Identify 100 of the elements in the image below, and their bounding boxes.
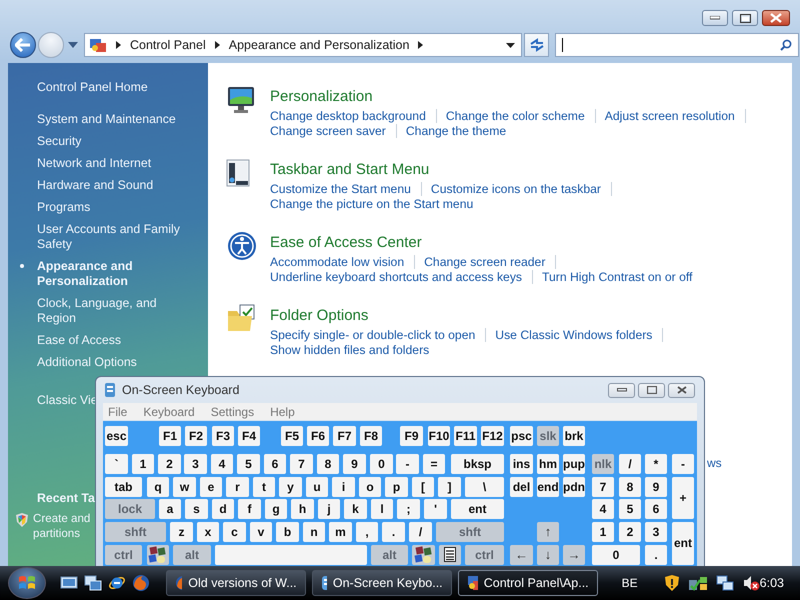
windows-key[interactable] — [147, 544, 169, 565]
onscreen-key[interactable]: 0 — [592, 544, 640, 565]
onscreen-key[interactable]: ' — [424, 499, 447, 520]
sidebar-link[interactable]: User Accounts and Family Safety — [20, 218, 188, 255]
accessibility-icon[interactable] — [226, 230, 258, 262]
onscreen-key[interactable]: ent — [672, 522, 694, 565]
fox-globe-icon[interactable] — [132, 574, 150, 592]
onscreen-key[interactable]: 8 — [619, 476, 641, 497]
onscreen-key[interactable]: bksp — [451, 454, 504, 474]
windows-key[interactable] — [412, 544, 435, 565]
onscreen-key[interactable]: q — [147, 476, 169, 497]
onscreen-key[interactable]: c — [223, 522, 246, 542]
search-icon[interactable] — [780, 39, 792, 51]
onscreen-key[interactable]: j — [318, 499, 340, 520]
onscreen-key[interactable]: r — [226, 476, 249, 497]
onscreen-key[interactable]: F3 — [212, 426, 234, 446]
close-button[interactable] — [668, 382, 695, 398]
clock[interactable]: 6:03 — [760, 576, 784, 590]
onscreen-key[interactable]: \ — [465, 476, 504, 497]
network-status-icon[interactable] — [688, 574, 708, 592]
maximize-button[interactable] — [638, 382, 665, 398]
onscreen-key[interactable]: + — [672, 476, 694, 520]
onscreen-key[interactable]: 9 — [343, 454, 366, 474]
onscreen-key[interactable]: . — [382, 522, 405, 542]
sidebar-link[interactable]: Appearance and Personalization — [20, 255, 188, 292]
onscreen-key[interactable]: F10 — [428, 426, 450, 446]
sidebar-link[interactable]: Hardware and Sound — [20, 174, 188, 196]
onscreen-key[interactable]: a — [159, 499, 181, 520]
task-link[interactable]: Change screen reader — [424, 254, 556, 268]
onscreen-key[interactable]: del — [510, 476, 533, 497]
back-button[interactable] — [10, 32, 36, 58]
sidebar-link[interactable]: Network and Internet — [20, 152, 188, 174]
taskbar-button[interactable]: Old versions of W... — [166, 570, 306, 596]
onscreen-key[interactable]: ent — [451, 499, 504, 520]
onscreen-key[interactable]: ] — [438, 476, 461, 497]
refresh-button[interactable] — [524, 33, 549, 57]
onscreen-key[interactable]: - — [396, 454, 419, 474]
onscreen-key[interactable]: end — [537, 476, 559, 497]
task-link[interactable]: ws — [707, 456, 722, 470]
language-indicator[interactable]: BE — [622, 576, 638, 590]
onscreen-key[interactable]: F11 — [454, 426, 477, 446]
menu-item[interactable]: Help — [270, 404, 295, 418]
onscreen-key[interactable]: 5 — [237, 454, 260, 474]
category-title[interactable]: Personalization — [270, 82, 755, 107]
onscreen-key[interactable]: 8 — [317, 454, 339, 474]
onscreen-key[interactable]: / — [409, 522, 432, 542]
task-link[interactable]: Accommodate low vision — [270, 254, 416, 268]
onscreen-key[interactable]: t — [253, 476, 275, 497]
arrow-key[interactable]: ↑ — [537, 522, 559, 542]
task-link[interactable]: Change desktop background — [270, 108, 437, 122]
modifier-key[interactable]: nlk — [592, 454, 614, 474]
onscreen-key[interactable]: 3 — [645, 522, 667, 542]
onscreen-key[interactable]: hm — [537, 454, 559, 474]
space-bar[interactable] — [215, 544, 367, 565]
task-link[interactable]: Change the theme — [406, 124, 516, 138]
onscreen-key[interactable]: n — [303, 522, 325, 542]
breadcrumb-arrow-icon[interactable] — [116, 41, 121, 49]
search-field[interactable] — [555, 33, 799, 57]
onscreen-key[interactable]: s — [185, 499, 208, 520]
onscreen-key[interactable]: 2 — [619, 522, 641, 542]
category-title[interactable]: Taskbar and Start Menu — [270, 155, 621, 180]
onscreen-key[interactable]: h — [291, 499, 314, 520]
onscreen-key[interactable]: 1 — [132, 454, 154, 474]
onscreen-key[interactable]: 2 — [158, 454, 181, 474]
close-button[interactable] — [762, 10, 790, 26]
breadcrumb[interactable]: Appearance and Personalization — [228, 38, 410, 52]
address-bar[interactable]: Control Panel Appearance and Personalization — [84, 33, 522, 57]
onscreen-key[interactable]: . — [645, 544, 667, 565]
task-link[interactable]: Specify single- or double-click to open — [270, 328, 486, 342]
task-link[interactable]: Customize icons on the taskbar — [430, 182, 612, 196]
onscreen-key[interactable]: / — [619, 454, 641, 474]
onscreen-key[interactable]: w — [173, 476, 196, 497]
dropdown-caret-icon[interactable] — [506, 42, 515, 48]
onscreen-key[interactable]: x — [197, 522, 219, 542]
onscreen-key[interactable]: F5 — [281, 426, 303, 446]
onscreen-key[interactable]: k — [344, 499, 367, 520]
category-title[interactable]: Folder Options — [270, 301, 672, 326]
arrow-key[interactable]: ↓ — [537, 544, 559, 565]
menu-item[interactable]: File — [108, 404, 128, 418]
onscreen-key[interactable]: F12 — [481, 426, 504, 446]
minimize-button[interactable] — [702, 10, 728, 26]
modifier-key[interactable]: ctrl — [105, 544, 142, 565]
onscreen-key[interactable]: 5 — [619, 499, 641, 520]
menu-item[interactable]: Settings — [210, 404, 254, 418]
onscreen-key[interactable]: esc — [105, 426, 128, 446]
onscreen-key[interactable]: u — [306, 476, 328, 497]
modifier-key[interactable]: alt — [371, 544, 408, 565]
onscreen-key[interactable]: - — [672, 454, 694, 474]
modifier-key[interactable]: ctrl — [465, 544, 504, 565]
onscreen-key[interactable]: o — [359, 476, 381, 497]
modifier-key[interactable]: alt — [173, 544, 211, 565]
onscreen-key[interactable]: 6 — [645, 499, 667, 520]
onscreen-key[interactable]: = — [423, 454, 445, 474]
onscreen-key[interactable]: 4 — [211, 454, 233, 474]
onscreen-key[interactable]: d — [212, 499, 234, 520]
onscreen-key[interactable]: ins — [510, 454, 533, 474]
task-link[interactable]: Customize the Start menu — [270, 182, 422, 196]
onscreen-key[interactable]: 3 — [184, 454, 207, 474]
onscreen-key[interactable]: b — [276, 522, 299, 542]
onscreen-key[interactable]: * — [645, 454, 667, 474]
